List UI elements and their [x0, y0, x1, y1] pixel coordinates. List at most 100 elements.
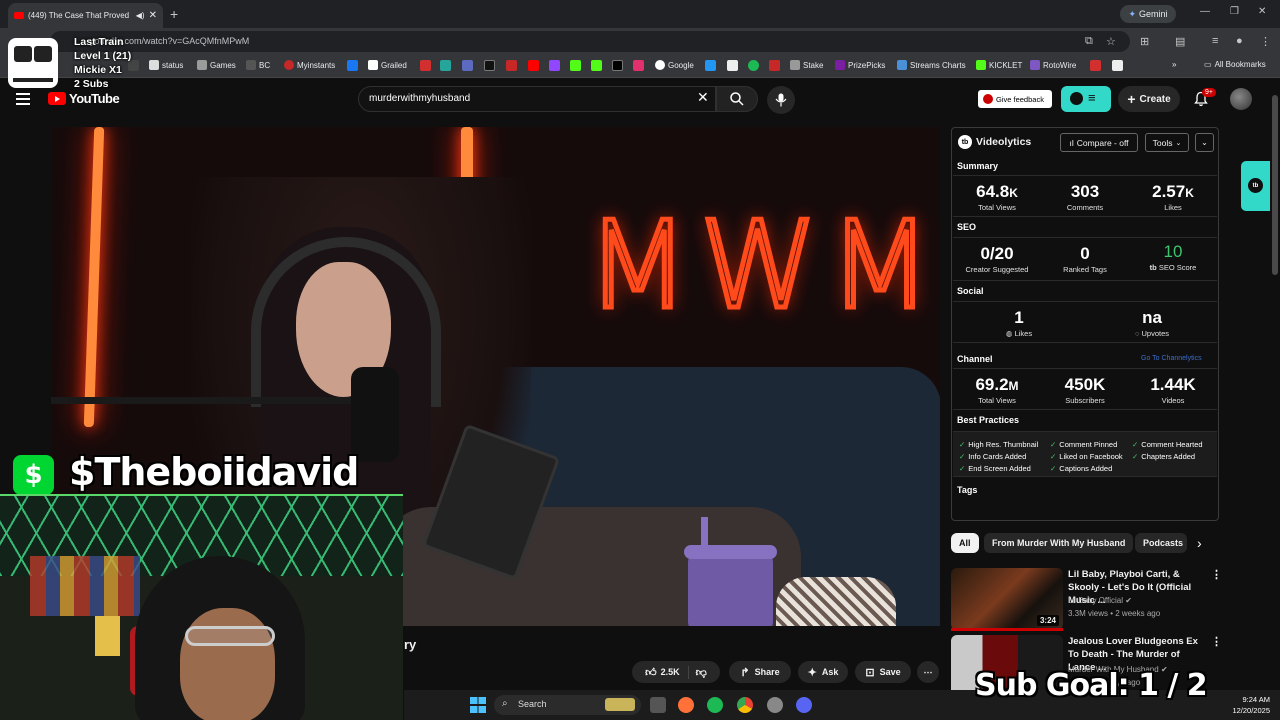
bookmark-kicklet[interactable]: KICKLET	[976, 60, 1022, 70]
tools-dropdown[interactable]: Tools ⌄	[1145, 133, 1189, 152]
account-avatar[interactable]	[1230, 88, 1252, 110]
extensions-icon[interactable]: ⊞	[1140, 35, 1149, 48]
chip-from-channel[interactable]: From Murder With My Husband	[984, 533, 1134, 553]
like-button[interactable]: 👍︎ 2.5K	[645, 665, 689, 679]
videolytics-side-widget[interactable]: tb	[1241, 161, 1270, 211]
url-input[interactable]: youtube.com/watch?v=GAcQMfnMPwM	[50, 31, 1130, 52]
channel-views-stat: 69.2M Total Views	[953, 375, 1041, 405]
summary-stats: 64.8K Total Views 303 Comments 2.57K Lik…	[953, 175, 1217, 217]
steam-icon[interactable]	[767, 697, 783, 713]
spotify-icon[interactable]	[707, 697, 723, 713]
train-level: Level 1 (21)	[74, 50, 132, 62]
close-tab-icon[interactable]: ✕	[149, 10, 157, 21]
bookmark-status[interactable]: status	[149, 60, 183, 70]
chips-next-chevron-icon[interactable]: ›	[1197, 535, 1202, 551]
ask-button[interactable]: ✦ Ask	[798, 661, 848, 683]
system-clock[interactable]: 9:24 AM 12/20/2025	[1232, 694, 1270, 716]
bookmark-icon[interactable]	[591, 60, 602, 71]
facebook-bookmark-icon[interactable]	[347, 60, 358, 71]
bookmark-icon[interactable]	[506, 60, 517, 71]
task-view-icon[interactable]	[650, 697, 666, 713]
more-options-icon[interactable]: ⋮	[1211, 635, 1222, 648]
bookmark-icon[interactable]	[1090, 60, 1101, 71]
bookmark-grailed[interactable]: Grailed	[368, 60, 407, 70]
windows-start-icon[interactable]	[470, 697, 486, 713]
recommendation-item[interactable]: 3:24 Lil Baby, Playboi Carti, & Skooly -…	[951, 568, 1222, 630]
stat-value: 1	[1014, 308, 1024, 327]
kick-bookmark-icon[interactable]	[570, 60, 581, 71]
menu-icon[interactable]	[16, 93, 30, 108]
bookmark-icon[interactable]	[705, 60, 716, 71]
bookmark-icon[interactable]	[484, 60, 495, 71]
search-input[interactable]: murderwithmyhusband	[358, 86, 716, 112]
speaker-icon[interactable]: ◀)	[136, 11, 145, 20]
instagram-bookmark-icon[interactable]	[633, 60, 644, 71]
channelytics-link[interactable]: Go To Channelytics	[1141, 355, 1202, 362]
background-item	[95, 616, 120, 656]
bookmark-games[interactable]: Games	[197, 60, 236, 70]
chip-all[interactable]: All	[951, 533, 979, 553]
more-bookmarks-icon[interactable]: »	[1172, 60, 1176, 69]
stat-value: 0	[1080, 244, 1090, 263]
dislike-button[interactable]: 👎︎	[694, 666, 707, 679]
maximize-button[interactable]: ❐	[1230, 6, 1239, 17]
amazon-bookmark-icon[interactable]	[727, 60, 738, 71]
train-subs: 2 Subs	[74, 78, 109, 90]
more-options-icon[interactable]: ⋮	[1211, 568, 1222, 581]
tab-title: (449) The Case That Proved	[28, 11, 130, 20]
bookmark-icon[interactable]	[769, 60, 780, 71]
bookmark-icon[interactable]	[462, 60, 473, 71]
bookmark-rotowire[interactable]: RotoWire	[1030, 60, 1076, 70]
all-bookmarks[interactable]: ▭ All Bookmarks	[1204, 60, 1266, 69]
create-button[interactable]: + Create	[1118, 86, 1180, 112]
browser-tab[interactable]: (449) The Case That Proved ◀) ✕	[8, 3, 163, 28]
chrome-menu-icon[interactable]: ⋮	[1260, 35, 1271, 48]
save-button[interactable]: ⊡ Save	[855, 661, 911, 683]
bookmark-icon[interactable]	[1112, 60, 1123, 71]
more-actions-button[interactable]: ⋯	[917, 661, 939, 683]
gemini-button[interactable]: ✦ Gemini	[1120, 5, 1176, 23]
spotify-bookmark-icon[interactable]	[748, 60, 759, 71]
videolytics-panel: tb Videolytics ıl Compare - off Tools ⌄ …	[951, 127, 1219, 521]
firefox-icon[interactable]	[678, 697, 694, 713]
discord-icon[interactable]	[796, 697, 812, 713]
video-thumbnail[interactable]: 3:24	[951, 568, 1063, 630]
watch-progress-bar	[951, 628, 1063, 631]
channel-subscribers-stat: 450K Subscribers	[1041, 375, 1129, 405]
taskbar-search-box[interactable]: ⌕ Search	[494, 695, 641, 715]
bookmark-star-icon[interactable]: ☆	[1106, 35, 1116, 48]
clock-time: 9:24 AM	[1242, 695, 1270, 704]
x-bookmark-icon[interactable]	[612, 60, 623, 71]
compare-toggle-button[interactable]: ıl Compare - off	[1060, 133, 1138, 152]
search-button[interactable]	[716, 86, 758, 112]
recommendation-channel[interactable]: Lil Baby Official ✔	[1068, 596, 1132, 605]
stat-label: Likes	[1164, 203, 1182, 212]
close-window-button[interactable]: ✕	[1258, 6, 1266, 17]
collapse-panel-button[interactable]: ⌄	[1195, 133, 1214, 152]
twitch-bookmark-icon[interactable]	[549, 60, 560, 71]
give-feedback-button[interactable]: Give feedback	[978, 90, 1052, 108]
bookmark-stake[interactable]: Stake	[790, 60, 823, 70]
profile-icon[interactable]: ●	[1236, 35, 1243, 47]
chrome-icon[interactable]	[737, 697, 753, 713]
side-panel-icon[interactable]: ▤	[1175, 35, 1185, 48]
chip-podcasts[interactable]: Podcasts	[1135, 533, 1187, 553]
videolytics-toggle-button[interactable]: ≡	[1061, 86, 1111, 112]
bookmark-bc[interactable]: BC	[246, 60, 270, 70]
bookmark-icon[interactable]	[420, 60, 431, 71]
voice-search-button[interactable]	[767, 86, 795, 114]
clear-search-icon[interactable]: ✕	[697, 90, 709, 104]
bookmark-icon[interactable]	[440, 60, 451, 71]
stat-label: SEO Score	[1158, 263, 1197, 272]
youtube-bookmark-icon[interactable]	[528, 60, 539, 71]
bookmark-prizepicks[interactable]: PrizePicks	[835, 60, 885, 70]
bookmark-streams-charts[interactable]: Streams Charts	[897, 60, 966, 70]
new-tab-button[interactable]: +	[170, 6, 178, 22]
install-app-icon[interactable]: ⧉	[1085, 35, 1093, 48]
minimize-button[interactable]: —	[1200, 6, 1210, 17]
media-controls-icon[interactable]: ≡	[1212, 35, 1218, 47]
share-button[interactable]: ↱ Share	[729, 661, 791, 683]
bookmark-myinstants[interactable]: Myinstants	[284, 60, 335, 70]
page-scrollbar[interactable]	[1272, 95, 1278, 275]
bookmark-google[interactable]: Google	[655, 60, 694, 70]
